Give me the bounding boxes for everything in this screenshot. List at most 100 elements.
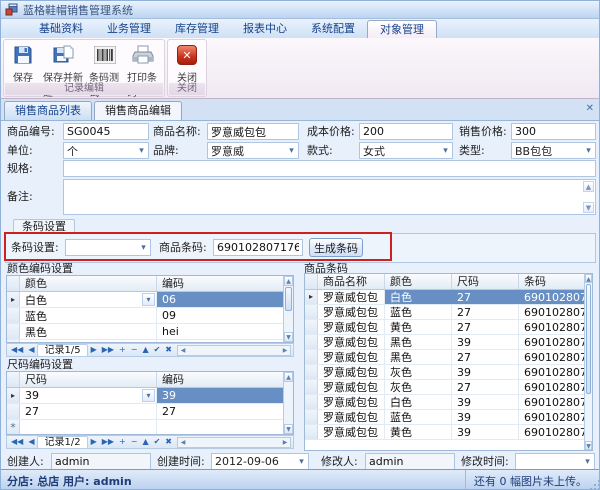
- barcode-grid-row[interactable]: 罗意威包包 黄色 39 690102807176...: [305, 425, 586, 440]
- nav-last-icon[interactable]: ▶▶: [100, 436, 116, 448]
- scroll-left-icon[interactable]: ◀: [178, 346, 188, 355]
- nav-edit-icon[interactable]: ▲: [140, 436, 150, 448]
- nav-first-icon[interactable]: ◀◀: [9, 344, 25, 356]
- ribbon-group-label-close: 关闭: [169, 83, 205, 95]
- barcode-grid-row[interactable]: 罗意威包包 黑色 39 690102807176...: [305, 335, 586, 350]
- creator-input[interactable]: [51, 453, 151, 470]
- cell-dropdown-icon[interactable]: ▾: [142, 293, 155, 306]
- scroll-thumb[interactable]: [285, 287, 292, 311]
- nav-first-icon[interactable]: ◀◀: [9, 436, 25, 448]
- column-header-product-name[interactable]: 商品名称: [318, 274, 385, 289]
- ribbon-tab-system-config[interactable]: 系统配置: [299, 20, 367, 38]
- generate-barcode-button[interactable]: 生成条码: [309, 238, 363, 257]
- barcode-grid-row[interactable]: 罗意威包包 白色 39 690102807176...: [305, 395, 586, 410]
- nav-last-icon[interactable]: ▶▶: [100, 344, 116, 356]
- column-header-size[interactable]: 尺码: [20, 372, 157, 387]
- scroll-up-icon[interactable]: ▲: [284, 276, 293, 286]
- scroll-thumb[interactable]: [586, 284, 591, 394]
- remark-textarea[interactable]: ▲ ▼: [63, 179, 596, 215]
- product-name-input[interactable]: [207, 123, 299, 140]
- color-grid-scrollbar[interactable]: ▲ ▼: [283, 276, 293, 342]
- scroll-up-icon[interactable]: ▲: [583, 181, 594, 192]
- ribbon-tab-reports[interactable]: 报表中心: [231, 20, 299, 38]
- tab-close-icon[interactable]: ✕: [586, 103, 594, 114]
- brand-select[interactable]: 罗意威▾: [207, 142, 299, 159]
- ribbon-tab-inventory[interactable]: 库存管理: [163, 20, 231, 38]
- scroll-up-icon[interactable]: ▲: [585, 274, 592, 283]
- create-time-select[interactable]: 2012-09-06▾: [211, 453, 309, 470]
- scroll-left-icon[interactable]: ◀: [178, 438, 188, 447]
- cell-dropdown-icon[interactable]: ▾: [142, 389, 155, 402]
- scroll-right-icon[interactable]: ▶: [280, 438, 290, 447]
- nav-cancel-icon[interactable]: ✖: [163, 436, 174, 448]
- nav-hscrollbar[interactable]: ◀ ▶: [177, 345, 291, 356]
- nav-post-icon[interactable]: ✔: [152, 344, 163, 356]
- nav-post-icon[interactable]: ✔: [152, 436, 163, 448]
- barcode-grid-row[interactable]: 罗意威包包 灰色 39 690102807176...: [305, 365, 586, 380]
- ribbon-tab-basic-data[interactable]: 基础资料: [27, 20, 95, 38]
- barcode-grid-row[interactable]: 罗意威包包 黑色 27 690102807176...: [305, 350, 586, 365]
- column-header-color[interactable]: 颜色: [20, 276, 157, 291]
- barcode-setting-select[interactable]: ▾: [65, 239, 151, 256]
- barcode-grid-row[interactable]: 罗意威包包 灰色 27 690102807176...: [305, 380, 586, 395]
- scroll-down-icon[interactable]: ▼: [284, 424, 293, 434]
- barcode-grid-header: 商品名称 颜色 尺码 条码: [305, 274, 586, 290]
- nav-prev-icon[interactable]: ◀: [26, 344, 36, 356]
- column-header-color[interactable]: 颜色: [385, 274, 452, 289]
- nav-next-icon[interactable]: ▶: [89, 344, 99, 356]
- column-header-size[interactable]: 尺码: [452, 274, 519, 289]
- cost-price-input[interactable]: [359, 123, 453, 140]
- scroll-right-icon[interactable]: ▶: [280, 346, 290, 355]
- column-header-code[interactable]: 编码: [157, 276, 285, 291]
- color-grid-row-selected[interactable]: ▸ 白色 ▾ 06: [7, 292, 285, 308]
- size-grid-row-selected[interactable]: ▸ 39 ▾ 39: [7, 388, 285, 404]
- scroll-down-icon[interactable]: ▼: [583, 202, 594, 213]
- product-no-input[interactable]: [63, 123, 149, 140]
- scroll-down-icon[interactable]: ▼: [585, 441, 592, 450]
- style-select[interactable]: 女式▾: [359, 142, 453, 159]
- column-header-barcode[interactable]: 条码: [519, 274, 586, 289]
- save-button[interactable]: 保存: [6, 42, 40, 85]
- record-counter: 记录1/2: [37, 436, 87, 449]
- barcode-grid-row[interactable]: 罗意威包包 蓝色 27 690102807176...: [305, 305, 586, 320]
- sale-price-input[interactable]: [511, 123, 596, 140]
- size-grid-new-row[interactable]: *: [7, 420, 285, 435]
- barcode-settings-tab[interactable]: 条码设置: [13, 219, 75, 234]
- size-grid: 尺码 编码 ▸ 39 ▾ 39 27 27 * ▲ ▼: [6, 371, 294, 435]
- barcode-grid-row[interactable]: 罗意威包包 蓝色 39 690102807176...: [305, 410, 586, 425]
- nav-next-icon[interactable]: ▶: [89, 436, 99, 448]
- new-row-icon: *: [7, 420, 20, 435]
- color-grid: 颜色 编码 ▸ 白色 ▾ 06 蓝色 09 黑色 hei 黄色 12 ▲: [6, 275, 294, 343]
- modify-time-select[interactable]: ▾: [515, 453, 595, 470]
- column-header-code[interactable]: 编码: [157, 372, 285, 387]
- scroll-up-icon[interactable]: ▲: [284, 372, 293, 382]
- color-grid-row[interactable]: 蓝色 09: [7, 308, 285, 324]
- barcode-grid-row[interactable]: 罗意威包包 黄色 27 690102807176...: [305, 320, 586, 335]
- barcode-grid-scrollbar[interactable]: ▲ ▼: [584, 274, 592, 450]
- nav-delete-icon[interactable]: −: [129, 436, 140, 448]
- nav-hscrollbar[interactable]: ◀ ▶: [177, 437, 291, 448]
- product-barcode-label: 商品条码:: [159, 240, 207, 256]
- close-button[interactable]: ✕ 关闭: [170, 42, 204, 85]
- barcode-grid-row-selected[interactable]: ▸ 罗意威包包 白色 27 690102807176...: [305, 290, 586, 305]
- ribbon-tab-object-manage[interactable]: 对象管理: [367, 20, 437, 38]
- tab-product-list[interactable]: 销售商品列表: [4, 101, 92, 120]
- nav-add-icon[interactable]: +: [117, 436, 128, 448]
- scroll-down-icon[interactable]: ▼: [284, 332, 293, 342]
- nav-add-icon[interactable]: +: [117, 344, 128, 356]
- unit-select[interactable]: 个▾: [63, 142, 149, 159]
- modifier-input[interactable]: [365, 453, 455, 470]
- type-select[interactable]: BB包包▾: [511, 142, 596, 159]
- size-grid-scrollbar[interactable]: ▲ ▼: [283, 372, 293, 434]
- nav-edit-icon[interactable]: ▲: [140, 344, 150, 356]
- tab-product-edit[interactable]: 销售商品编辑: [94, 101, 182, 120]
- color-grid-row[interactable]: 黑色 hei: [7, 324, 285, 340]
- spec-label: 规格:: [7, 161, 33, 177]
- nav-delete-icon[interactable]: −: [129, 344, 140, 356]
- spec-input[interactable]: [63, 160, 596, 177]
- ribbon-tab-business[interactable]: 业务管理: [95, 20, 163, 38]
- product-barcode-input[interactable]: [213, 239, 303, 256]
- nav-prev-icon[interactable]: ◀: [26, 436, 36, 448]
- size-grid-row[interactable]: 27 27: [7, 404, 285, 420]
- nav-cancel-icon[interactable]: ✖: [163, 344, 174, 356]
